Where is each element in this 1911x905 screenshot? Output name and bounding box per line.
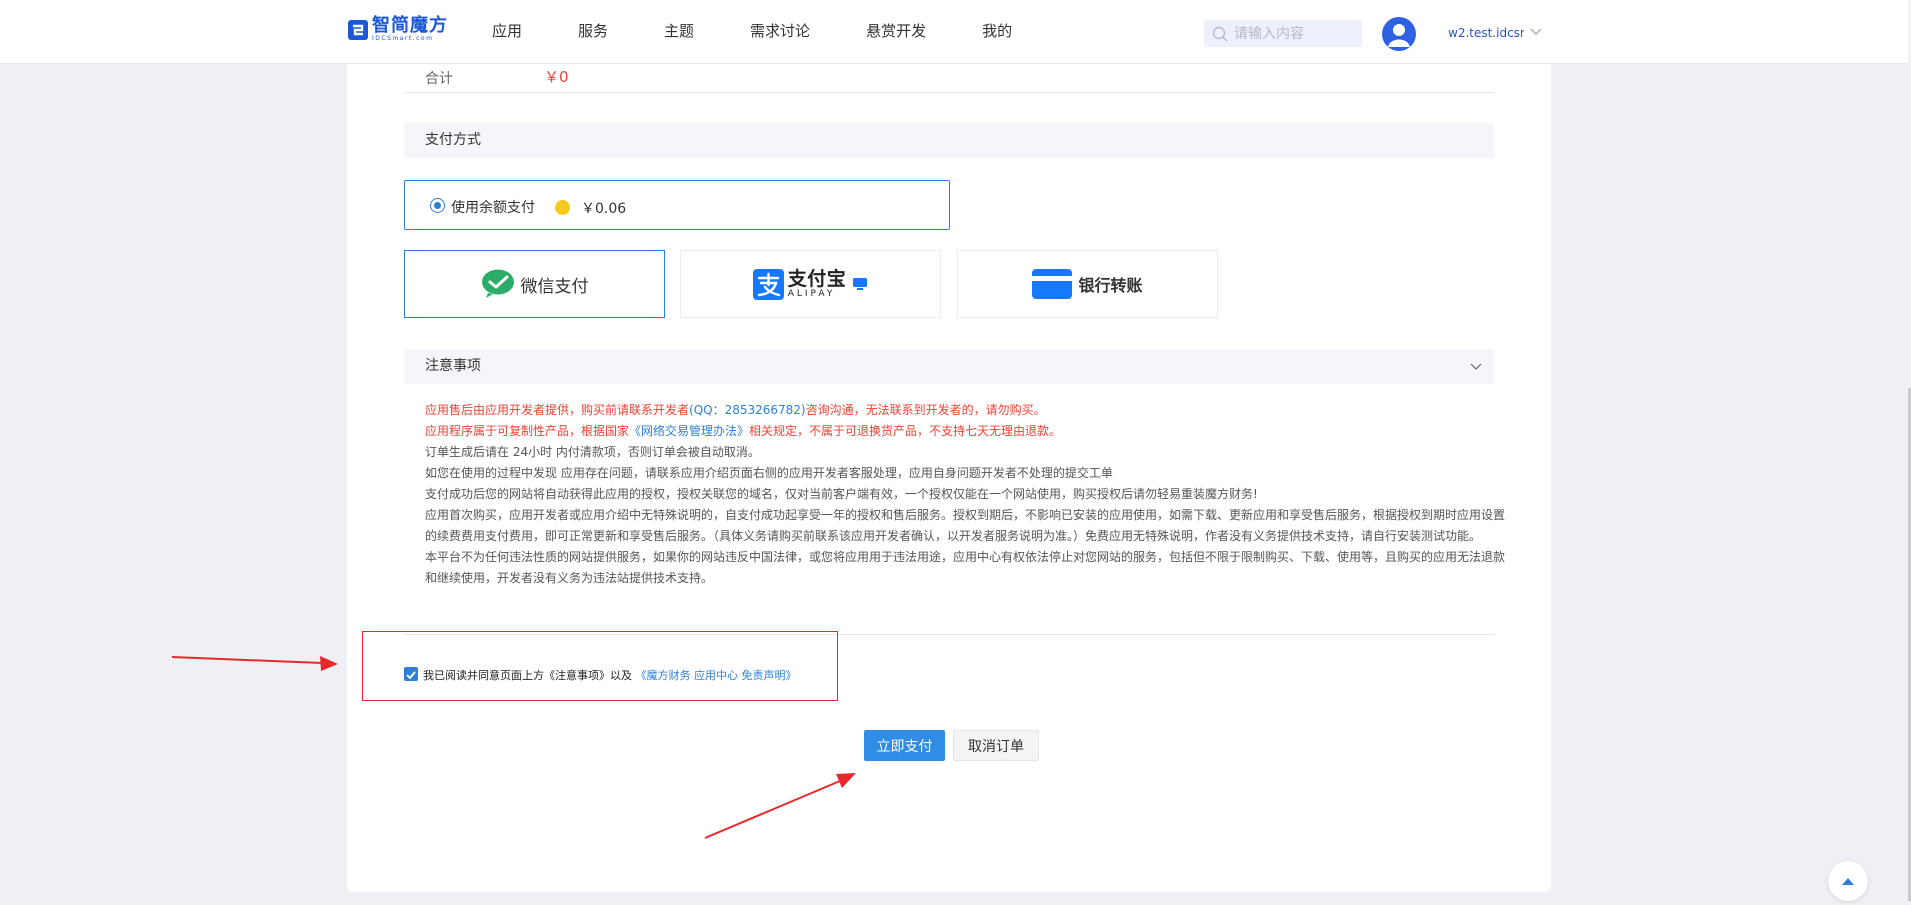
bank-transfer-option[interactable]: 银行转账 [957,250,1218,318]
alipay-label: 支付宝 [787,267,847,290]
wechat-icon [481,269,514,298]
alipay-option[interactable]: 支付宝 ALIPAY [680,250,941,318]
bank-card-icon [1032,269,1073,299]
note-line: 应用首次购买，应用开发者或应用介绍中无特殊说明的，自支付成功起享受一年的授权和售… [425,508,1506,543]
divider [404,92,1494,93]
wechat-pay-label: 微信支付 [520,276,589,297]
search-input[interactable] [1232,24,1361,43]
chevron-down-icon[interactable] [1530,27,1542,37]
balance-payment-option[interactable]: 使用余额支付 ￥0.06 [404,180,950,230]
username[interactable]: w2.test.idcsmart.com [1448,26,1524,40]
notes-content: 应用售后由应用开发者提供，购买前请联系开发者(QQ：2853266782)咨询沟… [425,400,1505,589]
note-line: 应用程序属于可复制性产品，根据国家《网络交易管理办法》相关规定，不属于可退换货产… [425,424,1062,438]
note-line: 如您在使用的过程中发现 应用存在问题，请联系应用介绍页面右侧的应用开发者客服处理… [425,466,1113,480]
user-avatar[interactable] [1382,17,1416,51]
balance-radio[interactable] [430,198,445,213]
note-line: 支付成功后您的网站将自动获得此应用的授权，授权关联您的域名，仅对当前客户端有效，… [425,487,1258,501]
logo-icon [348,19,368,40]
nav-item-services[interactable]: 服务 [578,20,608,41]
alipay-sublabel: ALIPAY [787,288,836,299]
search-box [1204,20,1362,47]
annotation-highlight-box [362,631,838,701]
search-icon[interactable] [1212,26,1228,42]
developer-qq: (QQ：2853266782) [689,403,806,417]
nav-item-mine[interactable]: 我的 [982,20,1012,41]
brand-logo[interactable]: 智简魔方 IDCSmart.com [347,17,448,42]
cancel-order-button[interactable]: 取消订单 [953,730,1039,761]
checkout-card: 合计 ￥0 支付方式 使用余额支付 ￥0.06 微信支付 支付宝 ALIPAY [347,60,1551,892]
wechat-pay-option[interactable]: 微信支付 [404,250,665,318]
nav-item-themes[interactable]: 主题 [664,20,694,41]
nav-item-discussion[interactable]: 需求讨论 [750,20,810,41]
chevron-down-icon[interactable] [1470,362,1482,371]
top-navbar: 智简魔方 IDCSmart.com 应用 服务 主题 需求讨论 悬赏开发 我的 … [0,0,1908,64]
nav-item-bounty[interactable]: 悬赏开发 [866,20,926,41]
regulation-link[interactable]: 《网络交易管理办法》 [629,424,749,438]
note-line: 本平台不为任何违法性质的网站提供服务，如果你的网站违反中国法律，或您将应用用于违… [425,550,1506,585]
coin-icon [555,200,570,215]
back-to-top-button[interactable] [1828,861,1868,901]
payment-method-header: 支付方式 [404,123,1494,158]
total-value: ￥0 [544,68,569,86]
bank-transfer-label: 银行转账 [1078,276,1143,295]
user-icon [1388,24,1410,47]
balance-payment-label: 使用余额支付 [451,200,535,216]
note-line: 订单生成后请在 24小时 内付清款项，否则订单会被自动取消。 [425,445,760,459]
pay-now-button[interactable]: 立即支付 [864,730,945,761]
notes-title: 注意事项 [425,358,481,374]
balance-amount: ￥0.06 [581,201,627,217]
alipay-icon [752,268,784,300]
pc-icon [853,278,868,290]
arrow-up-icon [1842,878,1854,885]
main-nav: 应用 服务 主题 需求讨论 悬赏开发 我的 [492,20,1068,41]
nav-item-apps[interactable]: 应用 [492,20,522,41]
payment-method-title: 支付方式 [425,132,481,148]
notes-header[interactable]: 注意事项 [404,349,1494,384]
logo-subtext: IDCSmart.com [372,35,434,42]
total-label: 合计 [425,71,453,87]
logo-text: 智简魔方 [372,15,448,36]
note-line: 应用售后由应用开发者提供，购买前请联系开发者(QQ：2853266782)咨询沟… [425,403,1046,417]
